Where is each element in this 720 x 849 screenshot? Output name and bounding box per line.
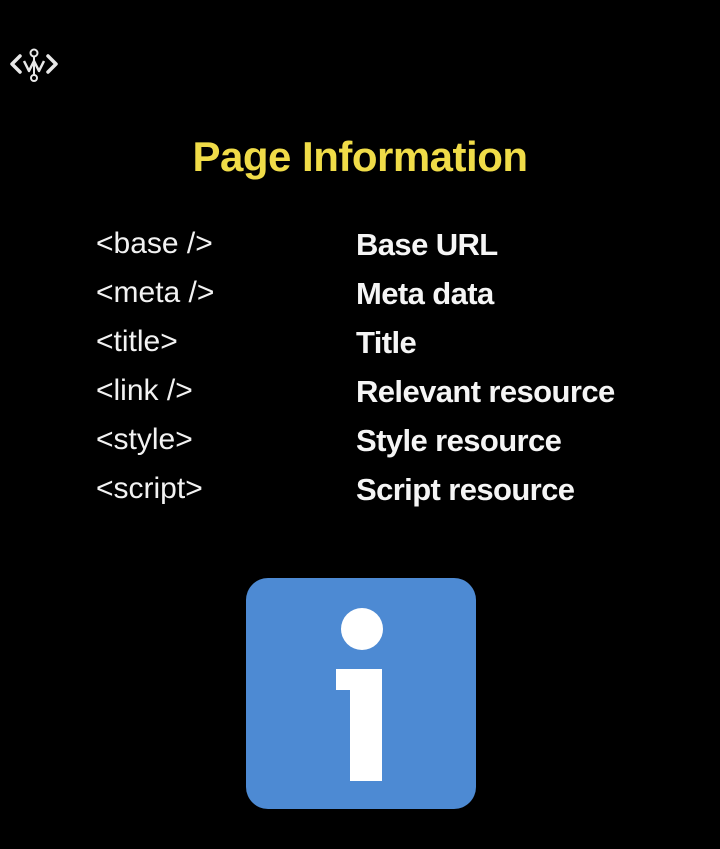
tag-row: <script> Script resource <box>0 472 720 521</box>
tag-row: <style> Style resource <box>0 423 720 472</box>
tag-code: <base /> <box>96 227 213 260</box>
tag-code: <title> <box>96 325 178 358</box>
tag-code: <meta /> <box>96 276 215 309</box>
tag-list: <base /> Base URL <meta /> Meta data <ti… <box>0 227 720 521</box>
tag-description: Style resource <box>356 423 562 458</box>
tag-row: <link /> Relevant resource <box>0 374 720 423</box>
tag-code: <script> <box>96 472 203 505</box>
page-title: Page Information <box>192 133 528 180</box>
info-icon <box>246 578 476 809</box>
tag-row: <meta /> Meta data <box>0 276 720 325</box>
tag-description: Relevant resource <box>356 374 615 409</box>
tag-code: <link /> <box>96 374 193 407</box>
tag-code: <style> <box>96 423 193 456</box>
tag-description: Title <box>356 325 417 360</box>
tag-row: <base /> Base URL <box>0 227 720 276</box>
tag-row: <title> Title <box>0 325 720 374</box>
tag-description: Script resource <box>356 472 575 507</box>
tag-description: Meta data <box>356 276 494 311</box>
brand-logo-icon <box>6 41 62 87</box>
tag-description: Base URL <box>356 227 498 262</box>
